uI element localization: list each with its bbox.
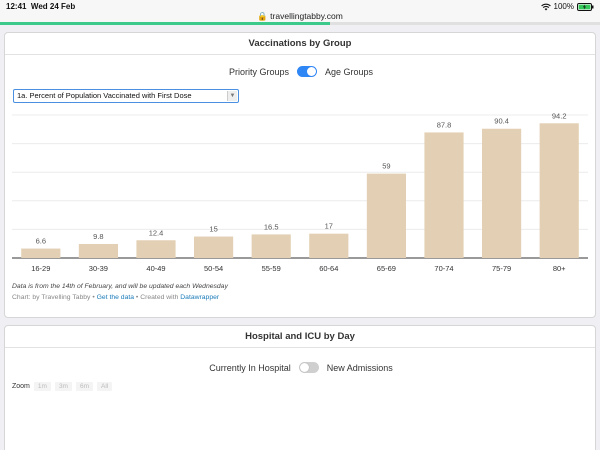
value-label-50-54: 15 <box>209 225 217 234</box>
address-bar[interactable]: 🔒 travellingtabby.com <box>0 11 600 22</box>
bar-40-49 <box>136 240 176 258</box>
vaccinations-title: Vaccinations by Group <box>5 33 595 55</box>
bar-16-29 <box>21 248 61 258</box>
bar-75-79 <box>482 128 522 258</box>
zoom-all-button[interactable]: All <box>97 382 113 391</box>
metric-select-value: 1a. Percent of Population Vaccinated wit… <box>17 91 192 100</box>
hospital-switch-row: Currently In Hospital New Admissions <box>5 362 597 373</box>
chart-credit: Chart: by Travelling Tabby • Get the dat… <box>12 294 219 301</box>
value-label-70-74: 87.8 <box>437 120 452 129</box>
status-date: Wed 24 Feb <box>30 2 76 11</box>
new-admissions-label[interactable]: New Admissions <box>327 363 393 373</box>
lock-icon: 🔒 <box>257 11 268 21</box>
x-tick-label-75-79: 75-79 <box>492 264 511 273</box>
x-tick-label-50-54: 50-54 <box>204 264 223 273</box>
vaccination-bar-chart: 6.6 16-29 9.8 30-39 12.4 40-49 15 50-54 16.5 55-5… <box>12 111 588 273</box>
hospital-title: Hospital and ICU by Day <box>5 326 595 348</box>
value-label-55-59: 16.5 <box>264 222 279 231</box>
age-groups-label[interactable]: Age Groups <box>325 67 373 77</box>
get-the-data-link[interactable]: Get the data <box>97 294 134 301</box>
url-text: travellingtabby.com <box>270 11 343 21</box>
hospital-card: Hospital and ICU by Day Currently In Hos… <box>4 325 596 450</box>
status-time: 12:41 Wed 24 Feb <box>6 2 76 11</box>
x-tick-label-30-39: 30-39 <box>89 264 108 273</box>
chevron-down-icon: ▼ <box>227 91 237 101</box>
value-label-16-29: 6.6 <box>36 237 46 246</box>
x-tick-label-55-59: 55-59 <box>262 264 281 273</box>
page-load-progress <box>0 22 600 25</box>
datawrapper-link[interactable]: Datawrapper <box>180 294 219 301</box>
group-toggle-switch[interactable] <box>297 66 317 77</box>
data-note: Data is from the 14th of February, and w… <box>12 283 228 290</box>
priority-groups-label[interactable]: Priority Groups <box>229 67 289 77</box>
value-label-75-79: 90.4 <box>494 117 509 126</box>
value-label-65-69: 59 <box>382 162 390 171</box>
zoom-6m-button[interactable]: 6m <box>75 382 93 391</box>
bar-55-59 <box>251 234 291 258</box>
value-label-30-39: 9.8 <box>93 232 103 241</box>
x-tick-label-16-29: 16-29 <box>31 264 50 273</box>
value-label-60-64: 17 <box>325 222 333 231</box>
bar-50-54 <box>194 236 234 258</box>
battery-charging-icon <box>577 2 594 11</box>
zoom-1m-button[interactable]: 1m <box>33 382 51 391</box>
vaccination-group-switch-row: Priority Groups Age Groups <box>5 66 597 77</box>
credit-prefix: Chart: by Travelling Tabby • <box>12 294 97 301</box>
credit-mid: • Created with <box>134 294 181 301</box>
bar-80+ <box>539 123 579 258</box>
bar-30-39 <box>78 243 118 258</box>
zoom-3m-button[interactable]: 3m <box>54 382 72 391</box>
zoom-controls: Zoom 1m 3m 6m All <box>12 382 113 391</box>
status-indicators: 100% <box>540 2 594 11</box>
x-tick-label-70-74: 70-74 <box>434 264 453 273</box>
bar-70-74 <box>424 132 464 258</box>
value-label-80+: 94.2 <box>552 111 567 120</box>
currently-in-hospital-label[interactable]: Currently In Hospital <box>209 363 291 373</box>
wifi-icon <box>540 3 551 10</box>
x-tick-label-80+: 80+ <box>553 264 566 273</box>
zoom-label: Zoom <box>12 383 30 390</box>
battery-percent: 100% <box>553 2 574 11</box>
bar-65-69 <box>366 173 406 258</box>
x-tick-label-60-64: 60-64 <box>319 264 338 273</box>
x-tick-label-65-69: 65-69 <box>377 264 396 273</box>
hospital-toggle-switch[interactable] <box>298 362 319 373</box>
x-tick-label-40-49: 40-49 <box>146 264 165 273</box>
bar-60-64 <box>309 233 349 258</box>
vaccinations-card: Vaccinations by Group Priority Groups Ag… <box>4 32 596 318</box>
value-label-40-49: 12.4 <box>149 228 164 237</box>
status-bar: 12:41 Wed 24 Feb 🔒 travellingtabby.com 1… <box>0 0 600 22</box>
metric-select[interactable]: 1a. Percent of Population Vaccinated wit… <box>13 89 239 103</box>
page-load-progress-fill <box>0 22 330 25</box>
